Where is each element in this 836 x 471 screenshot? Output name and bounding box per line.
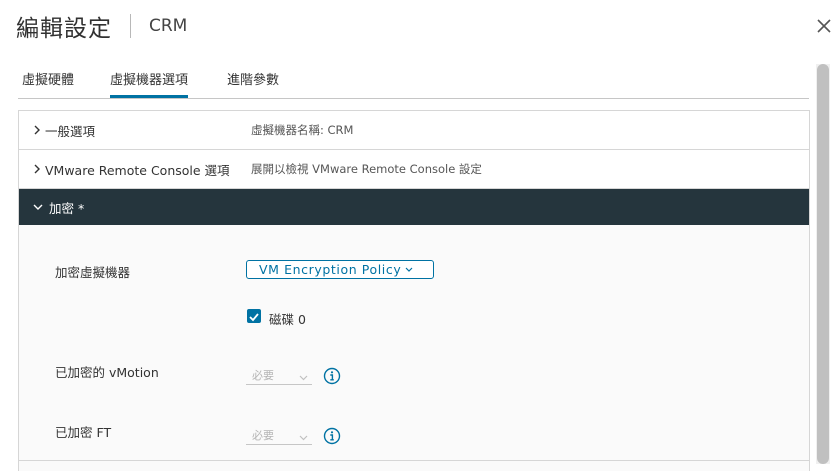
section-general[interactable]: 一般選項 虛擬機器名稱: CRM <box>19 111 809 150</box>
encryption-policy-value: VM Encryption Policy <box>259 262 402 277</box>
section-encryption-label: 加密 * <box>49 200 85 216</box>
encrypted-vmotion-value: 必要 <box>252 368 274 382</box>
disk-0-label: 磁碟 0 <box>269 312 306 327</box>
disk-0-checkbox[interactable] <box>247 309 261 323</box>
section-encryption-title: 加密 * <box>33 189 84 225</box>
chevron-right-icon <box>33 164 41 174</box>
options-panel: 一般選項 虛擬機器名稱: CRM VMware Remote Console 選… <box>18 110 810 471</box>
chevron-down-icon <box>405 267 413 273</box>
encrypted-ft-label: 已加密 FT <box>55 425 112 440</box>
close-button[interactable] <box>812 12 836 40</box>
section-general-value: 虛擬機器名稱: CRM <box>251 123 354 137</box>
chevron-right-icon <box>33 125 41 135</box>
chevron-down-icon <box>299 431 308 444</box>
vm-name: CRM <box>149 16 188 36</box>
scrollbar-thumb[interactable] <box>817 64 829 464</box>
tab-vm-options[interactable]: 虛擬機器選項 <box>110 64 189 98</box>
encrypted-vmotion-label: 已加密的 vMotion <box>55 365 159 380</box>
checkmark-icon <box>249 313 259 322</box>
info-icon[interactable] <box>323 427 341 445</box>
scrollbar[interactable] <box>816 64 830 464</box>
section-vmrc[interactable]: VMware Remote Console 選項 展開以檢視 VMware Re… <box>19 150 809 189</box>
section-vmrc-header: VMware Remote Console 選項 <box>33 150 230 188</box>
section-divider <box>19 460 809 461</box>
tab-bar: 虛擬硬體 虛擬機器選項 進階參數 <box>18 64 809 99</box>
chevron-down-icon <box>299 371 308 384</box>
encryption-policy-select[interactable]: VM Encryption Policy <box>246 260 434 279</box>
encrypted-ft-value: 必要 <box>252 428 274 442</box>
encrypted-ft-select: 必要 <box>246 425 312 445</box>
close-icon <box>817 19 831 33</box>
section-general-label: 一般選項 <box>45 123 96 139</box>
section-general-header: 一般選項 <box>33 111 95 149</box>
encrypted-vmotion-select: 必要 <box>246 365 312 385</box>
section-vmrc-value: 展開以檢視 VMware Remote Console 設定 <box>251 162 482 176</box>
dialog-title: 編輯設定 <box>16 16 112 42</box>
info-icon[interactable] <box>323 367 341 385</box>
header-divider <box>130 14 131 38</box>
dialog-header: 編輯設定 CRM <box>16 10 187 42</box>
section-encryption-header[interactable]: 加密 * <box>19 189 809 225</box>
section-vmrc-label: VMware Remote Console 選項 <box>45 162 230 178</box>
encrypt-vm-label: 加密虛擬機器 <box>55 265 131 280</box>
tab-virtual-hardware[interactable]: 虛擬硬體 <box>22 64 74 97</box>
tab-advanced-parameters[interactable]: 進階參數 <box>227 64 279 97</box>
chevron-down-icon <box>33 203 43 211</box>
